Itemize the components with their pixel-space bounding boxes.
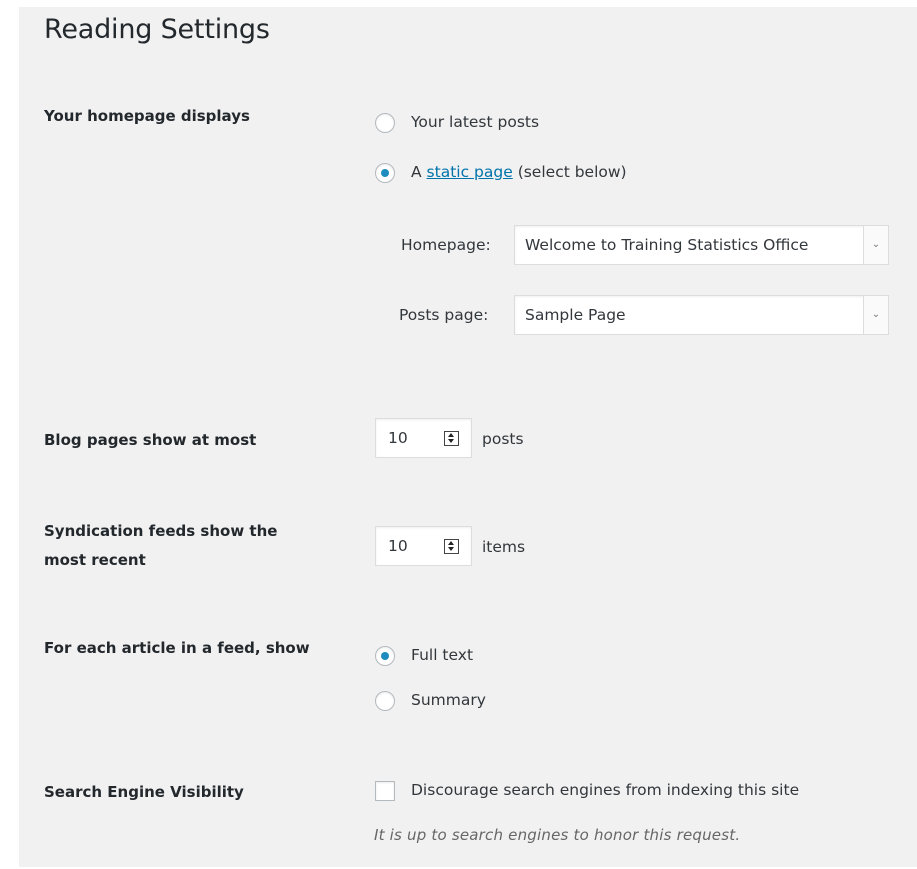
summary-radio[interactable]	[375, 691, 395, 711]
chevron-down-icon[interactable]: ⌄	[863, 226, 888, 264]
latest-posts-radio[interactable]	[375, 113, 395, 133]
static-page-option[interactable]: A static page (select below)	[411, 162, 627, 182]
homepage-select-label: Homepage:	[401, 236, 491, 254]
blog-pages-unit: posts	[482, 430, 524, 448]
syndication-label-line2: most recent	[44, 551, 146, 569]
static-page-suffix: (select below)	[517, 163, 627, 181]
blog-pages-label: Blog pages show at most	[44, 431, 257, 449]
blog-pages-input[interactable]: 10	[375, 418, 472, 458]
posts-page-select[interactable]: Sample Page ⌄	[514, 295, 889, 335]
syndication-unit: items	[482, 538, 526, 556]
homepage-displays-label: Your homepage displays	[44, 107, 250, 125]
static-page-link[interactable]: static page	[427, 163, 513, 181]
syndication-value: 10	[388, 537, 408, 555]
discourage-search-checkbox[interactable]	[375, 781, 395, 801]
summary-label[interactable]: Summary	[411, 690, 486, 710]
syndication-label-line1: Syndication feeds show the	[44, 522, 278, 540]
spinner-icon[interactable]	[444, 539, 459, 554]
posts-page-select-value: Sample Page	[525, 306, 626, 324]
static-page-prefix: A	[411, 163, 422, 181]
search-visibility-description: It is up to search engines to honor this…	[374, 826, 741, 844]
blog-pages-value: 10	[388, 429, 408, 447]
full-text-radio[interactable]	[375, 646, 395, 666]
feed-article-label: For each article in a feed, show	[44, 639, 310, 657]
latest-posts-label[interactable]: Your latest posts	[411, 112, 539, 132]
homepage-select-value: Welcome to Training Statistics Office	[525, 236, 809, 254]
discourage-search-label[interactable]: Discourage search engines from indexing …	[411, 780, 799, 800]
full-text-label[interactable]: Full text	[411, 645, 473, 665]
static-page-radio[interactable]	[375, 163, 395, 183]
chevron-down-icon[interactable]: ⌄	[863, 296, 888, 334]
search-visibility-label: Search Engine Visibility	[44, 783, 244, 801]
spinner-icon[interactable]	[444, 431, 459, 446]
posts-page-select-label: Posts page:	[399, 306, 489, 324]
homepage-select[interactable]: Welcome to Training Statistics Office ⌄	[514, 225, 889, 265]
syndication-input[interactable]: 10	[375, 526, 472, 566]
page-title: Reading Settings	[44, 14, 270, 45]
